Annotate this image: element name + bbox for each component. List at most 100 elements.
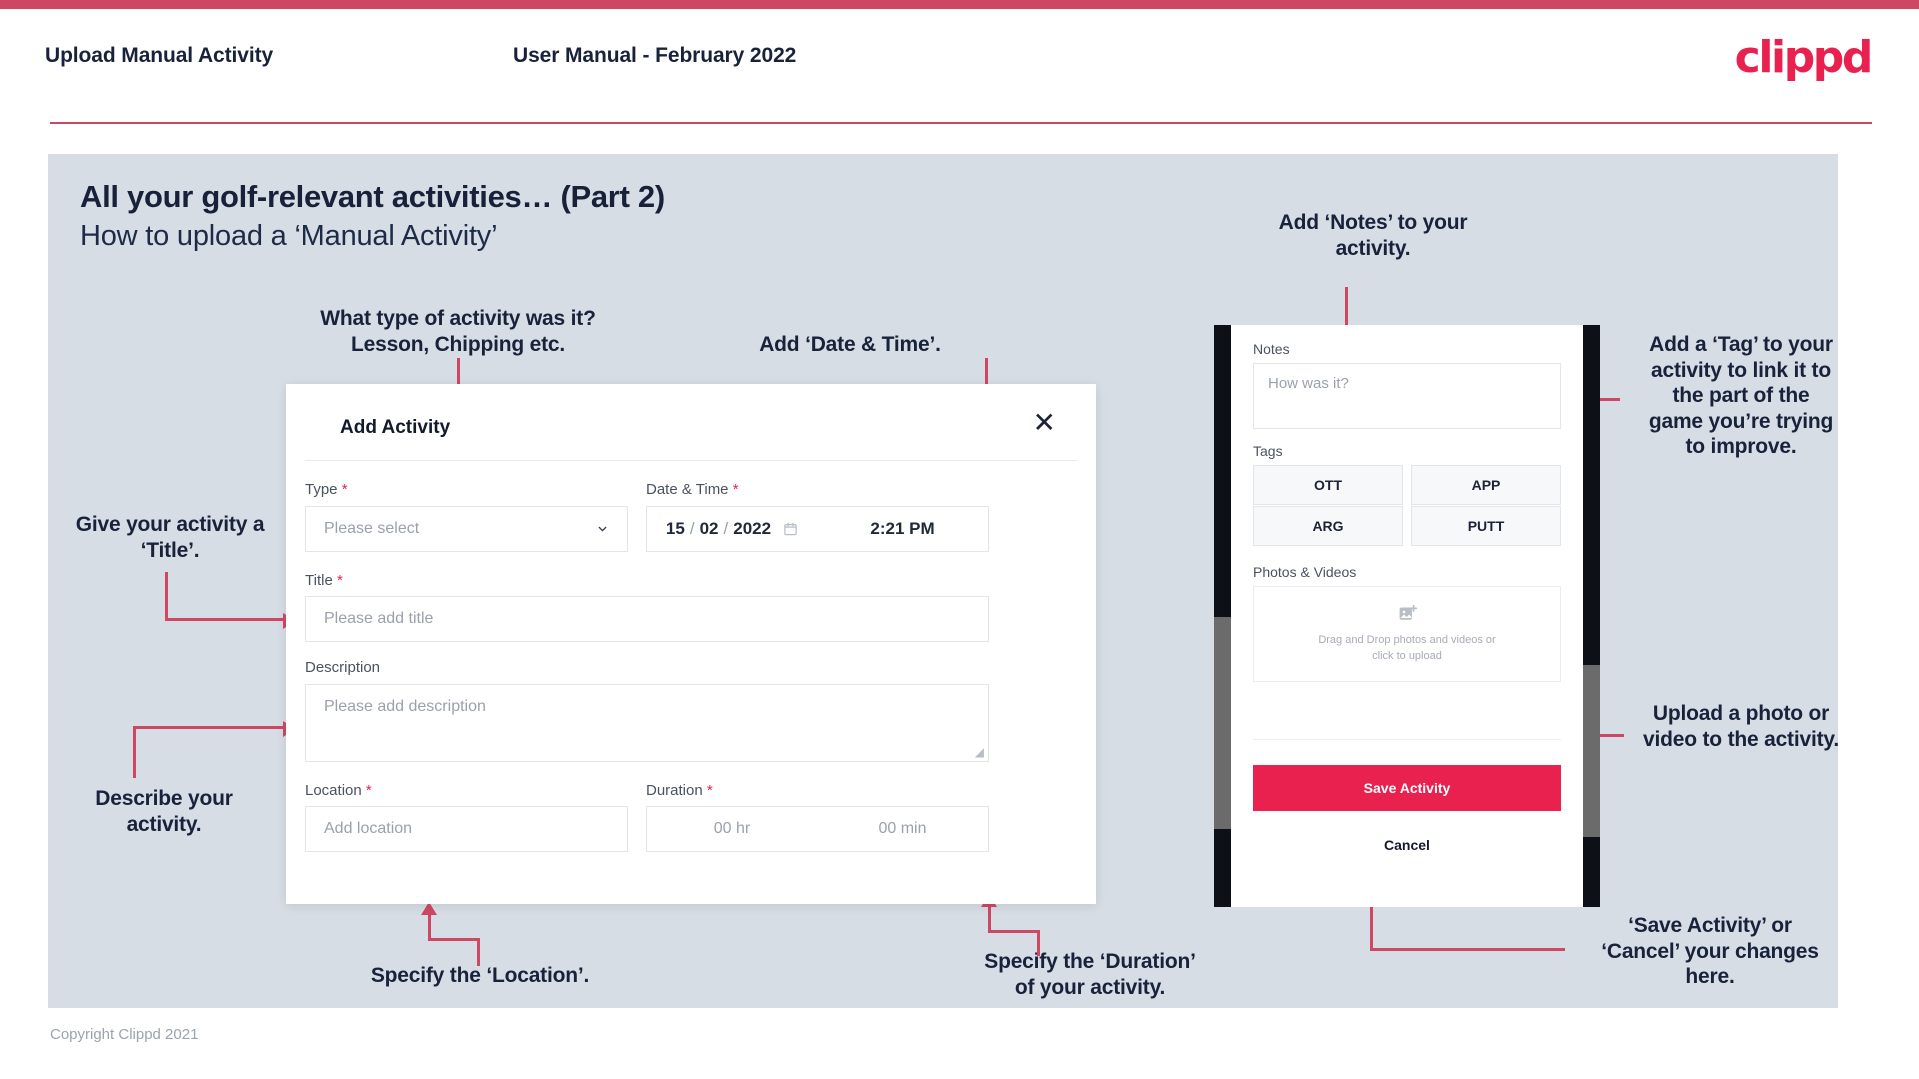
title-label: Title * [305, 572, 343, 589]
annotation-description: Describe your activity. [95, 787, 233, 836]
tag-app[interactable]: APP [1411, 465, 1561, 505]
dropzone-text: Drag and Drop photos and videos or click… [1318, 633, 1495, 665]
arrow-duration-seg2 [1037, 930, 1040, 956]
add-activity-dialog: Add Activity ✕ Type * Please select Date… [286, 384, 1096, 904]
phone-bezel-right-bottom [1583, 837, 1600, 907]
top-accent-bar [0, 0, 1919, 9]
notes-label: Notes [1253, 341, 1290, 357]
annotation-duration: Specify the ‘Duration’ of your activity. [984, 950, 1196, 999]
type-required-mark: * [341, 481, 348, 498]
calendar-icon[interactable] [783, 521, 798, 537]
manual-subtitle: User Manual - February 2022 [513, 44, 797, 67]
type-label: Type * [305, 481, 348, 498]
notes-textarea[interactable]: How was it? [1253, 363, 1561, 429]
duration-label-text: Duration [646, 782, 703, 799]
arrow-save-seg1 [1370, 948, 1565, 951]
phone-divider [1253, 739, 1561, 740]
tag-arg-label: ARG [1312, 518, 1344, 534]
type-label-text: Type [305, 481, 338, 498]
date-sep-1: / [689, 519, 695, 538]
add-image-icon [1399, 604, 1417, 620]
duration-hours-placeholder: 00 hr [713, 820, 751, 837]
dropzone-text-line1: Drag and Drop photos and videos or [1318, 633, 1496, 646]
arrow-description-seg2 [133, 726, 285, 729]
arrow-location-seg3 [428, 914, 431, 940]
tag-arg[interactable]: ARG [1253, 506, 1403, 546]
slide-subtitle: How to upload a ‘Manual Activity’ [80, 220, 498, 252]
type-select[interactable]: Please select [305, 506, 628, 552]
datetime-label: Date & Time * [646, 481, 739, 498]
phone-screen: Notes How was it? Tags OTT APP ARG PUTT … [1231, 325, 1583, 907]
page-title: Upload Manual Activity [45, 44, 274, 67]
duration-minutes-input[interactable]: 00 min [817, 806, 989, 852]
dialog-title: Add Activity [340, 417, 451, 438]
arrow-duration-seg3 [988, 906, 991, 932]
title-placeholder: Please add title [324, 610, 434, 627]
annotation-upload: Upload a photo or video to the activity. [1643, 702, 1839, 751]
annotation-notes: Add ‘Notes’ to your activity. [1278, 211, 1468, 260]
dropzone-text-line2: click to upload [1372, 649, 1442, 662]
time-value: 2:21 PM [870, 519, 935, 538]
location-required-mark: * [365, 782, 372, 799]
location-label-text: Location [305, 782, 362, 799]
phone-volume-button [1214, 617, 1231, 829]
photo-dropzone[interactable]: Drag and Drop photos and videos or click… [1253, 586, 1561, 682]
title-label-text: Title [305, 572, 333, 589]
dialog-divider [305, 460, 1077, 461]
phone-mockup: Notes How was it? Tags OTT APP ARG PUTT … [1214, 325, 1600, 907]
duration-minutes-placeholder: 00 min [878, 820, 927, 837]
arrow-location-seg2 [477, 938, 480, 966]
slide-title: All your golf-relevant activities… (Part… [80, 179, 665, 214]
phone-bezel-right-mid [1583, 617, 1600, 665]
duration-label: Duration * [646, 782, 713, 799]
title-input[interactable]: Please add title [305, 596, 989, 642]
annotation-save: ‘Save Activity’ or ‘Cancel’ your changes… [1601, 914, 1819, 989]
type-placeholder: Please select [324, 520, 420, 537]
save-activity-button[interactable]: Save Activity [1253, 765, 1561, 811]
date-year: 2022 [733, 519, 772, 538]
save-activity-label: Save Activity [1363, 780, 1451, 796]
annotation-datetime: Add ‘Date & Time’. [759, 333, 941, 356]
arrow-location-seg1 [428, 938, 480, 941]
date-month: 02 [699, 519, 719, 538]
time-input[interactable]: 2:21 PM [817, 506, 989, 552]
datetime-required-mark: * [732, 481, 739, 498]
datetime-label-text: Date & Time [646, 481, 729, 498]
date-sep-2: / [723, 519, 729, 538]
annotation-tags: Add a ‘Tag’ to your activity to link it … [1648, 333, 1834, 459]
close-icon[interactable]: ✕ [1033, 409, 1056, 437]
tag-putt[interactable]: PUTT [1411, 506, 1561, 546]
cancel-label: Cancel [1384, 837, 1430, 853]
location-input[interactable]: Add location [305, 806, 628, 852]
location-label: Location * [305, 782, 372, 799]
duration-hours-input[interactable]: 00 hr [646, 806, 818, 852]
arrow-title-seg1 [165, 572, 168, 620]
cancel-button[interactable]: Cancel [1253, 825, 1561, 865]
date-day: 15 [665, 519, 685, 538]
description-placeholder: Please add description [324, 698, 486, 715]
annotation-title: Give your activity a ‘Title’. [75, 513, 265, 562]
phone-bezel-right-top [1583, 325, 1600, 617]
header-divider [50, 122, 1872, 124]
resize-handle-icon[interactable]: ◢ [975, 746, 984, 758]
location-placeholder: Add location [324, 820, 413, 837]
arrow-description-seg1 [133, 726, 136, 778]
arrow-title-seg2 [165, 618, 285, 621]
title-required-mark: * [336, 572, 343, 589]
notes-placeholder: How was it? [1268, 375, 1349, 392]
phone-bezel-left-top [1214, 325, 1231, 617]
tag-ott[interactable]: OTT [1253, 465, 1403, 505]
tags-label: Tags [1253, 443, 1283, 459]
chevron-down-icon [598, 526, 607, 532]
description-label-text: Description [305, 659, 381, 676]
phone-bezel-left-bottom [1214, 829, 1231, 907]
tag-putt-label: PUTT [1467, 518, 1505, 534]
photos-label: Photos & Videos [1253, 564, 1357, 580]
clippd-logo: clippd [1734, 32, 1874, 83]
date-input[interactable]: 15 / 02 / 2022 [646, 506, 818, 552]
tag-ott-label: OTT [1314, 477, 1342, 493]
duration-required-mark: * [706, 782, 713, 799]
arrow-duration-seg1 [988, 930, 1040, 933]
tag-app-label: APP [1471, 477, 1501, 493]
description-textarea[interactable]: Please add description ◢ [305, 684, 989, 762]
